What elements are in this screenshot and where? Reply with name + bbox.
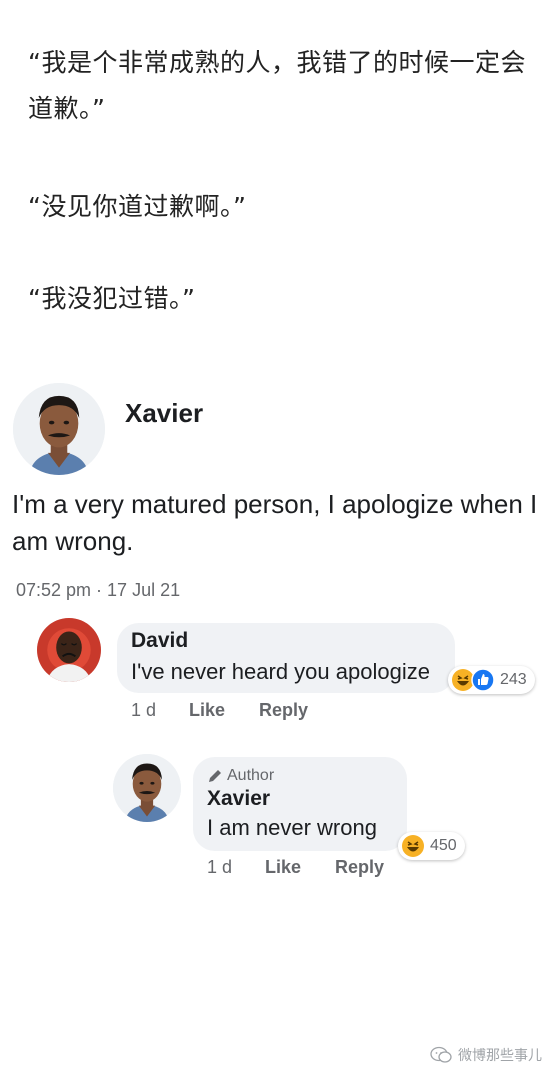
comment-2-bubble: Author Xavier I am never wrong	[193, 757, 407, 851]
comment-1-time[interactable]: 1 d	[131, 700, 189, 721]
post-timestamp[interactable]: 07:52 pm · 17 Jul 21	[16, 580, 180, 601]
post-text: I'm a very matured person, I apologize w…	[12, 489, 538, 556]
post-author-avatar[interactable]	[13, 383, 105, 475]
pencil-icon	[209, 770, 221, 782]
watermark: 微博那些事儿	[430, 1045, 542, 1065]
comment-2-reactions[interactable]: 450	[398, 832, 465, 860]
comment-2-reply-button[interactable]: Reply	[335, 857, 384, 878]
wechat-icon	[430, 1046, 452, 1063]
caption-line-2: “没见你道过歉啊。”	[28, 192, 247, 221]
author-badge: Author	[207, 767, 407, 785]
comment-1-reaction-count: 243	[500, 671, 527, 688]
comment-1-bubble: David I've never heard you apologize	[117, 623, 455, 693]
man-mustache-avatar-icon	[13, 383, 105, 475]
author-badge-label: Author	[227, 767, 275, 784]
watermark-text: 微博那些事儿	[458, 1048, 542, 1064]
comment-1-actions: 1 d Like Reply	[131, 700, 308, 721]
comment-2-avatar[interactable]	[113, 754, 181, 822]
crying-man-avatar-icon	[37, 618, 101, 682]
caption-line-3: “我没犯过错。”	[28, 284, 196, 313]
like-icon	[471, 668, 495, 692]
man-mustache-avatar-icon	[113, 754, 181, 822]
comment-1-avatar[interactable]	[37, 618, 101, 682]
haha-icon	[402, 835, 424, 857]
comment-1-like-button[interactable]: Like	[189, 700, 259, 721]
comment-2-reaction-count: 450	[430, 837, 457, 854]
comment-2-like-button[interactable]: Like	[265, 857, 335, 878]
comment-1-reactions[interactable]: 243	[448, 666, 535, 694]
post-author-name[interactable]: Xavier	[125, 398, 203, 429]
comment-2-time[interactable]: 1 d	[207, 857, 265, 878]
comment-2-actions: 1 d Like Reply	[207, 857, 384, 878]
comment-2-author[interactable]: Xavier	[207, 787, 407, 811]
caption-line-1: “我是个非常成熟的人，我错了的时候一定会道歉。”	[28, 48, 526, 123]
comment-1-author[interactable]: David	[131, 629, 455, 653]
comment-2-text: I am never wrong	[207, 815, 377, 840]
comment-1-text: I've never heard you apologize	[131, 659, 430, 684]
comment-1-reply-button[interactable]: Reply	[259, 700, 308, 721]
